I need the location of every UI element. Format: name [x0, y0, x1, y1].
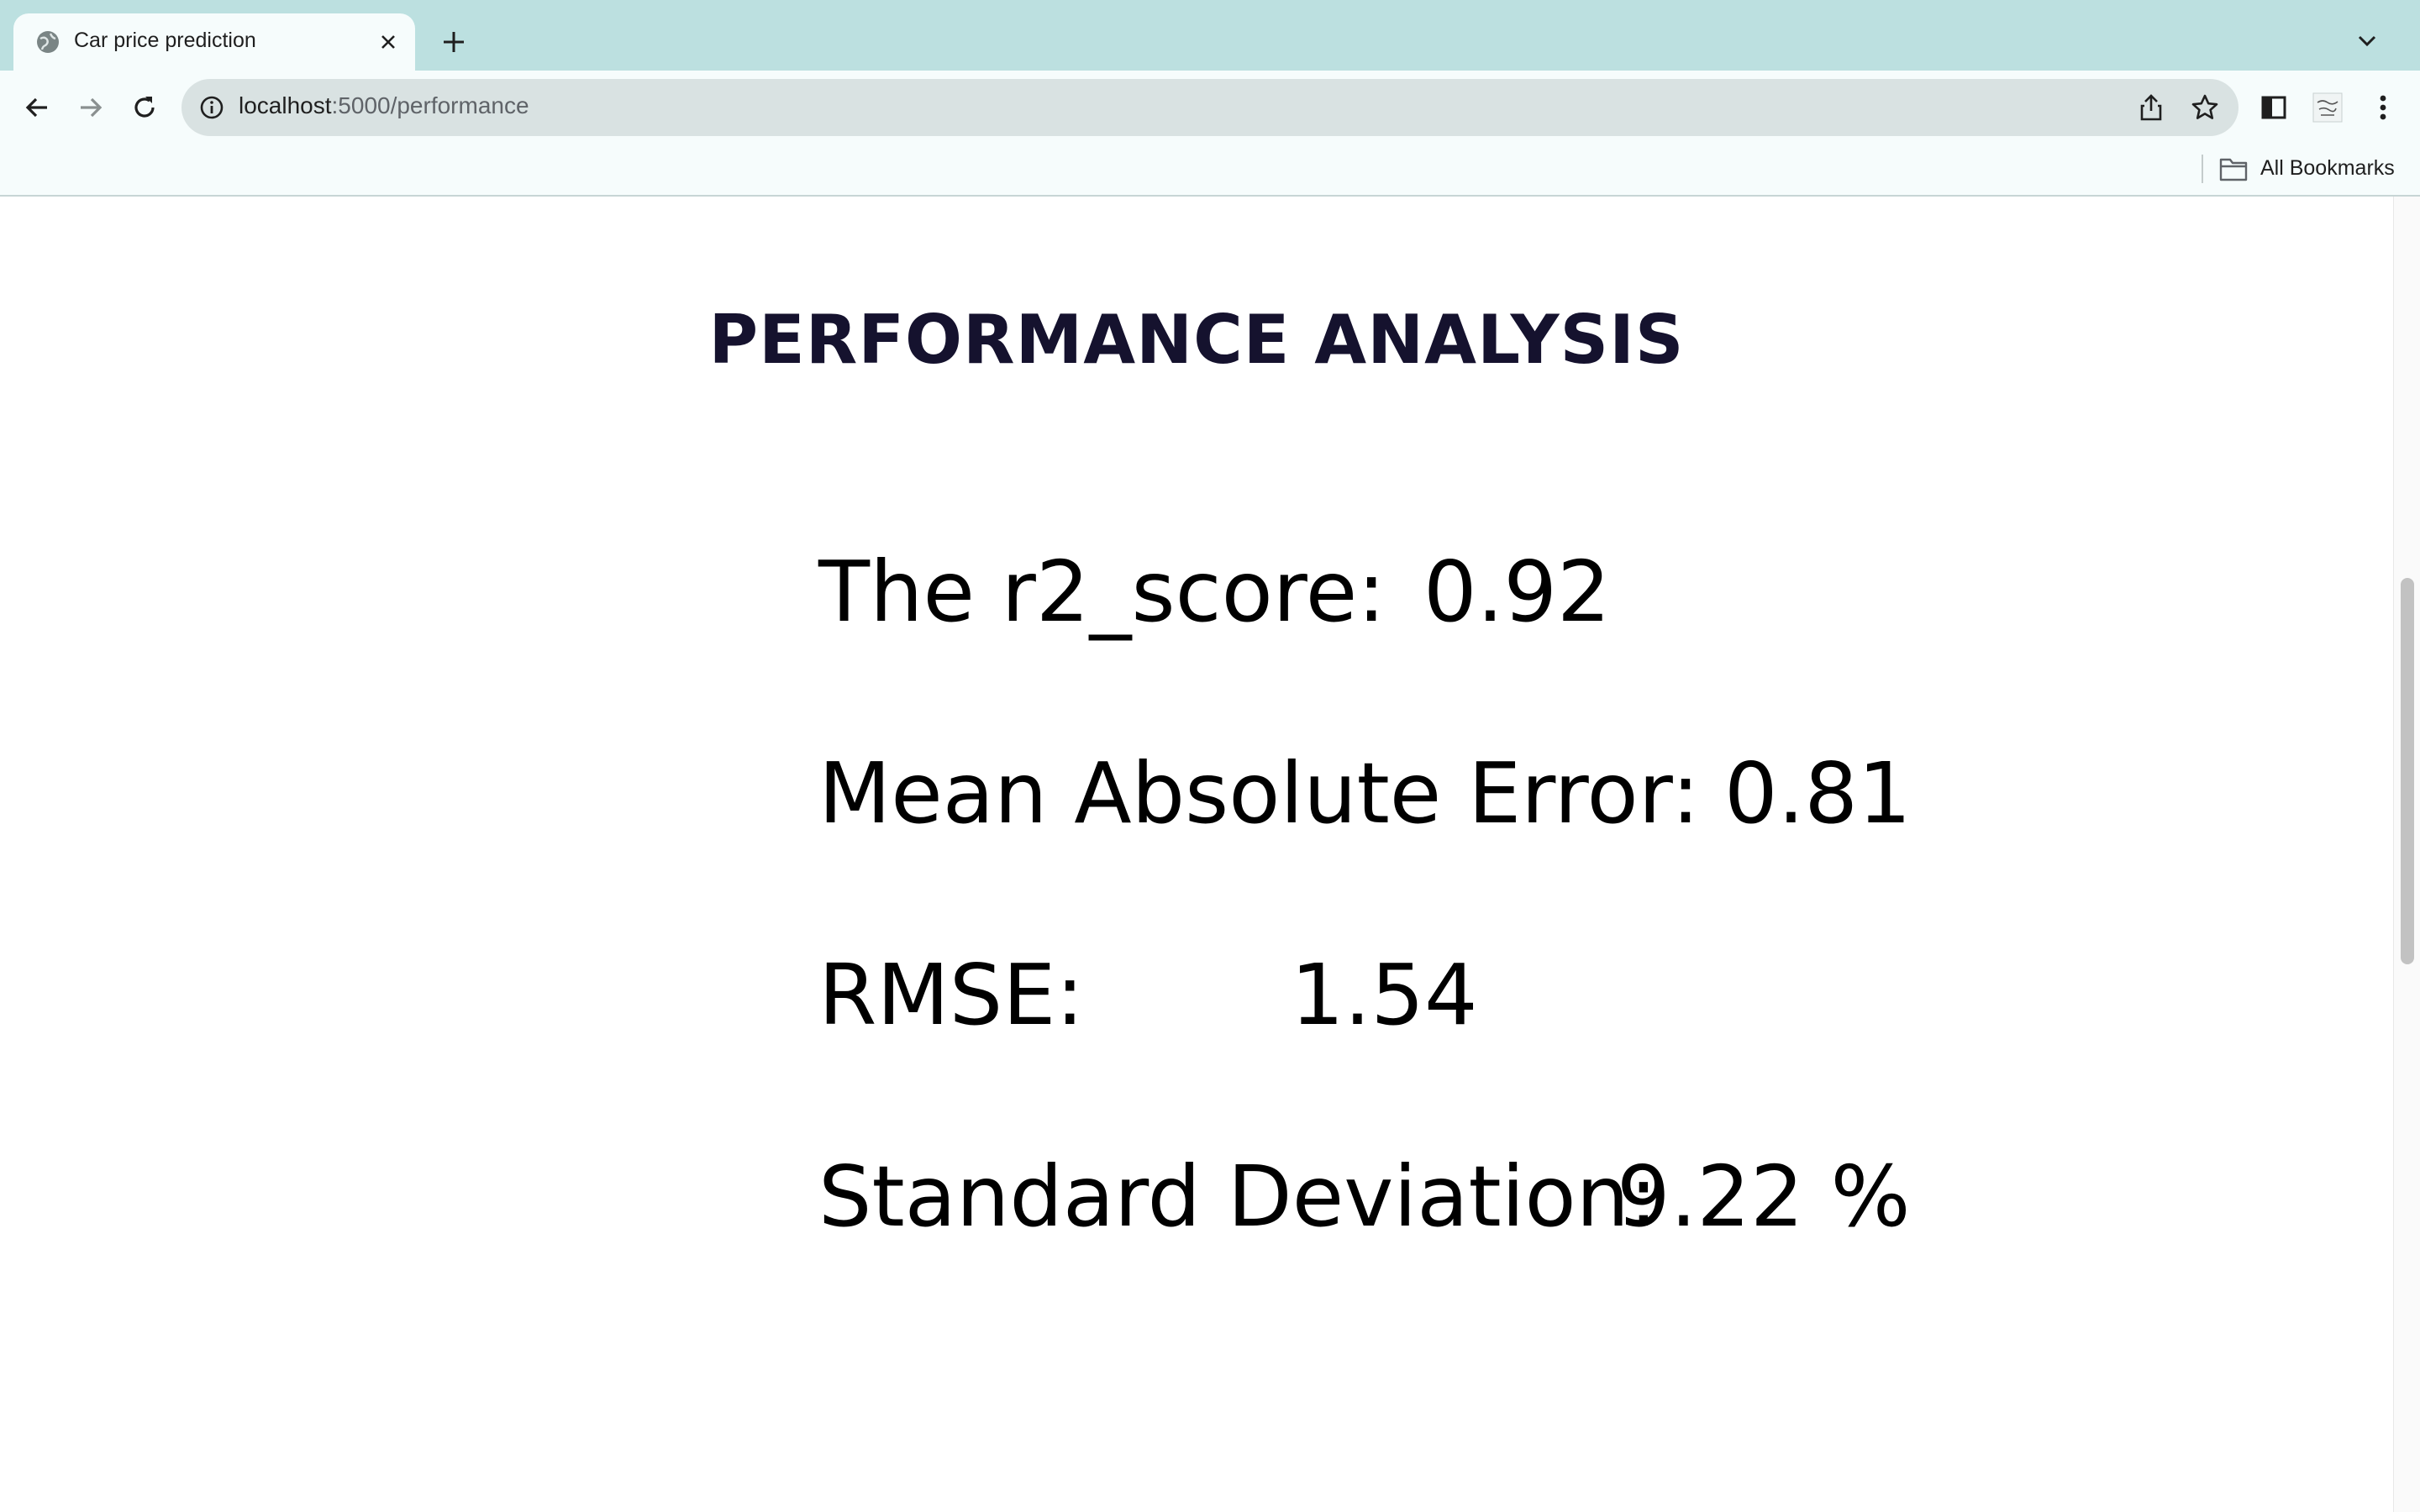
share-icon[interactable]: [2136, 92, 2166, 123]
metric-value: 9.22 %: [1617, 1147, 1911, 1246]
folder-icon: [2219, 158, 2248, 181]
url-text[interactable]: localhost:5000/performance: [239, 92, 529, 119]
bookmark-star-icon[interactable]: [2190, 92, 2220, 123]
metric-value: 0.81: [1724, 744, 1912, 843]
forward-arrow-icon[interactable]: [71, 87, 111, 128]
tab-strip: Car price prediction: [0, 0, 2420, 71]
metric-value: 1.54: [1291, 946, 1478, 1044]
chevron-down-icon[interactable]: [2353, 27, 2381, 55]
metric-r2-score: The r2_score: 0.92: [818, 543, 1611, 641]
new-tab-icon[interactable]: [437, 25, 471, 59]
all-bookmarks-button[interactable]: All Bookmarks: [2260, 156, 2395, 181]
vertical-scrollbar[interactable]: [2393, 197, 2420, 1512]
metric-label: RMSE:: [818, 946, 1085, 1044]
url-host: localhost: [239, 92, 332, 118]
tab-title: Car price prediction: [74, 29, 256, 52]
metric-rmse: RMSE: 1.54: [818, 946, 1478, 1044]
info-icon[interactable]: [198, 94, 225, 121]
bookmarks-separator: [2202, 155, 2203, 183]
side-panel-icon[interactable]: [2254, 87, 2294, 128]
page-title: PERFORMANCE ANALYSIS: [708, 301, 1685, 379]
metric-label: Mean Absolute Error:: [818, 744, 1700, 843]
bookmarks-bar: All Bookmarks: [0, 144, 2420, 197]
metric-label: Standard Deviation:: [818, 1147, 1658, 1246]
metric-value: 0.92: [1423, 543, 1611, 641]
metric-mean-absolute-error: Mean Absolute Error: 0.81: [818, 744, 1912, 843]
address-bar[interactable]: localhost:5000/performance: [182, 79, 2238, 136]
browser-toolbar: localhost:5000/performance: [0, 71, 2420, 144]
url-path: :5000/performance: [331, 92, 529, 118]
reload-icon[interactable]: [124, 87, 165, 128]
globe-icon: [37, 31, 59, 53]
tab-active[interactable]: Car price prediction: [13, 13, 415, 71]
more-menu-icon[interactable]: [2363, 87, 2403, 128]
scrollbar-thumb[interactable]: [2401, 578, 2414, 964]
tab-close-icon[interactable]: [373, 27, 403, 57]
back-arrow-icon[interactable]: [17, 87, 57, 128]
metric-label: The r2_score:: [818, 543, 1386, 641]
page-content: PERFORMANCE ANALYSIS The r2_score: 0.92 …: [0, 197, 2393, 1512]
metric-standard-deviation: Standard Deviation: 9.22 %: [818, 1147, 1910, 1246]
profile-avatar-icon[interactable]: [2307, 87, 2348, 128]
